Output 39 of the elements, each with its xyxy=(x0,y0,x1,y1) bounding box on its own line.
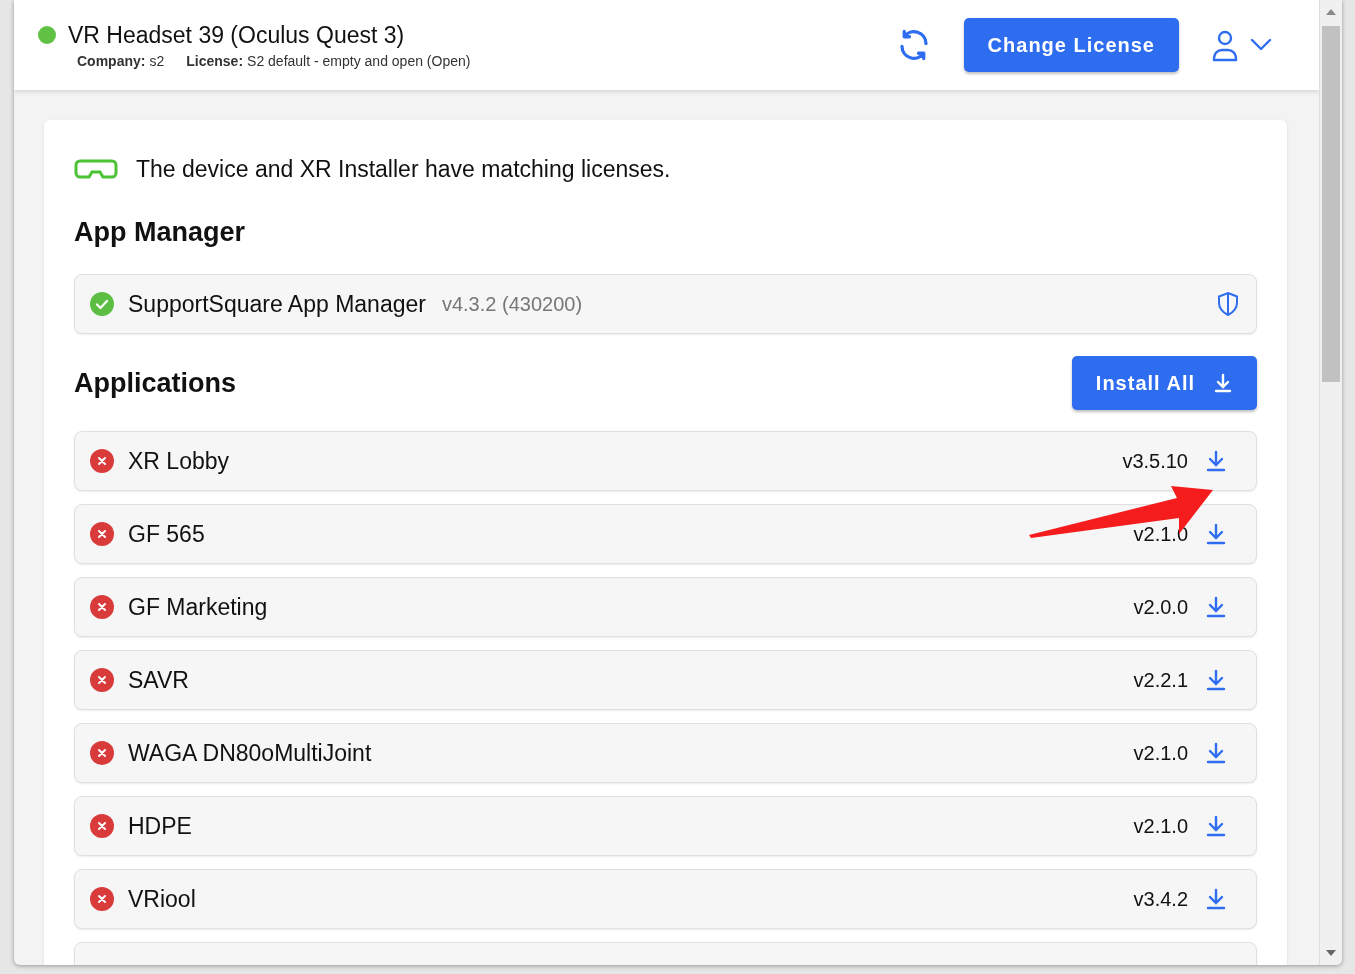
download-icon[interactable] xyxy=(1206,888,1226,910)
download-icon[interactable] xyxy=(1206,523,1226,545)
app-version: v2.1.0 xyxy=(1133,814,1188,838)
app-name: GF Marketing xyxy=(128,593,268,621)
license-label: License: xyxy=(186,52,244,69)
scroll-down-icon[interactable] xyxy=(1326,950,1336,956)
download-icon[interactable] xyxy=(1206,596,1226,618)
install-all-button[interactable]: Install All xyxy=(1071,356,1257,410)
app-version: v4.3.2 (430200) xyxy=(441,292,583,316)
app-version: v3.5.10 xyxy=(1122,449,1188,473)
app-version: v2.1.0 xyxy=(1133,741,1188,765)
app-version: v3.4.2 xyxy=(1133,887,1188,911)
app-name: VRiool xyxy=(128,885,196,913)
section-heading: App Manager xyxy=(74,217,247,248)
app-name: GF 565 xyxy=(128,520,205,548)
app-version: v2.2.1 xyxy=(1133,668,1188,692)
license-notice: The device and XR Installer have matching licenses. xyxy=(136,156,671,183)
scrollbar-thumb[interactable] xyxy=(1322,26,1340,382)
device-title: VR Headset 39 (Oculus Quest 3) xyxy=(68,21,405,49)
app-name: XR Lobby xyxy=(128,447,229,475)
download-icon xyxy=(1213,373,1233,393)
download-icon[interactable] xyxy=(1206,742,1226,764)
change-license-button[interactable]: Change License xyxy=(963,18,1179,72)
app-name: HDPE xyxy=(128,812,192,840)
app-name: WAGA DN80oMultiJoint xyxy=(128,739,372,767)
download-icon[interactable] xyxy=(1206,669,1226,691)
app-name: SAVR xyxy=(128,666,189,694)
download-icon[interactable] xyxy=(1206,815,1226,837)
scrollbar[interactable] xyxy=(1319,0,1342,965)
download-icon[interactable] xyxy=(1206,450,1226,472)
license-value: S2 default - empty and open (Open) xyxy=(247,52,471,69)
scroll-up-icon[interactable] xyxy=(1326,9,1336,15)
app-version: v2.1.0 xyxy=(1133,522,1188,546)
company-label: Company: xyxy=(77,52,146,69)
company-value: s2 xyxy=(149,52,165,69)
app-name: SupportSquare App Manager xyxy=(128,290,426,318)
app-version: v2.0.0 xyxy=(1133,595,1188,619)
section-heading: Applications xyxy=(74,367,236,399)
shield-icon[interactable] xyxy=(1216,291,1240,317)
